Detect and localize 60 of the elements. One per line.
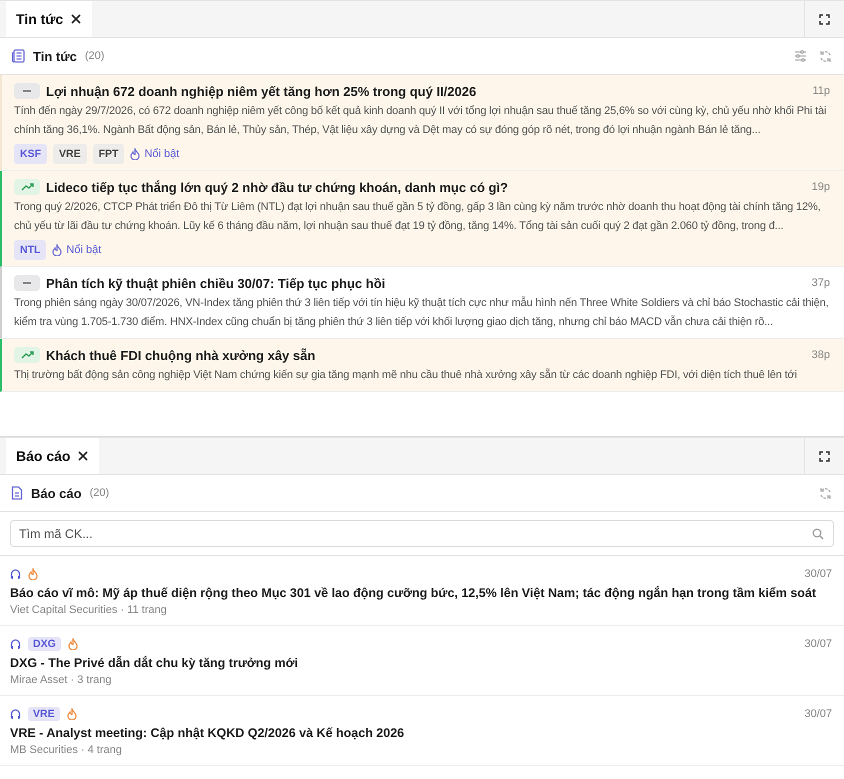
featured-label: Nổi bật (144, 148, 180, 160)
flame-icon (130, 148, 140, 160)
report-title[interactable]: DXG - The Privé dẫn dắt chu kỳ tăng trưởng mới (10, 656, 832, 670)
ticker-tag[interactable]: NTL (14, 240, 46, 260)
report-title[interactable]: Báo cáo vĩ mô: Mỹ áp thuế diện rộng theo Mục 301 về lao động cưỡng bức, 12,5% lên Việt Nam; tác động ngắn hạn trong tầm kiểm soát (10, 586, 832, 600)
headphones-icon (10, 638, 21, 650)
news-headline[interactable]: Phân tích kỹ thuật phiên chiều 30/07: Tiếp tục phục hồi (46, 276, 806, 290)
search-field[interactable]: Tìm mã CK... (10, 520, 834, 547)
trend-flat-icon (14, 275, 40, 291)
settings-sliders-icon[interactable] (794, 50, 807, 62)
item-count: (20) (90, 487, 110, 499)
panel-title: Báo cáo (31, 486, 82, 500)
news-item[interactable] (0, 267, 844, 339)
close-icon[interactable] (71, 14, 82, 24)
ticker-tag[interactable]: FPT (92, 144, 124, 164)
news-item[interactable] (0, 339, 844, 392)
flame-icon (52, 244, 62, 256)
ticker-tag[interactable]: VRE (28, 707, 60, 721)
maximize-icon[interactable] (819, 14, 830, 24)
trend-up-icon (14, 179, 40, 195)
ticker-tag[interactable]: DXG (28, 637, 61, 651)
newspaper-icon (11, 49, 25, 63)
news-summary: Tính đến ngày 29/7/2026, có 672 doanh nghiệp niêm yết công bố kết quả kinh doanh quý II với tổng lợi nhuận sau thuế tăng 25,6% so với cùng kỳ, chủ yếu nhờ khối Phi tài chính tăng 36,1%. Ngành Bất động sản, Bán lẻ, Thủy sản, Thép, Vật liệu xây dựng và Dệt may có sự đóng góp rõ nét, trong đó lợi nhuận ngành Bán lẻ tăng... (14, 104, 828, 138)
document-icon (11, 486, 23, 500)
trend-flat-icon (14, 83, 40, 99)
report-title[interactable]: VRE - Analyst meeting: Cập nhật KQKD Q2/2026 và Kế hoạch 2026 (10, 726, 832, 740)
news-summary: Trong quý 2/2026, CTCP Phát triển Đô thị Từ Liêm (NTL) đạt lợi nhuận sau thuế gần 5 tỷ đồng, gấp 3 lần cùng kỳ năm trước nhờ doanh thu hoạt động tài chính tăng 12%, chủ yếu từ lãi đầu tư chứng khoán. Lũy kế 6 tháng đầu năm, lợi nhuận sau thuế đạt 19 tỷ đồng, tăng 14%. Tổng tài sản cuối quý 2 đạt gần 2.060 tỷ đồng, trong đ... (14, 200, 822, 234)
report-item[interactable]: 30/07 Báo cáo vĩ mô: Mỹ áp thuế diện rộng theo Mục 301 về lao động cưỡng bức, 12,5% lên Việt Nam; tác động ngắn hạn trong tầm kiểm soát Viet Capital Securities · 11 trang (0, 556, 844, 626)
report-item[interactable]: VRE 30/07 VRE - Analyst meeting: Cập nhật KQKD Q2/2026 và Kế hoạch 2026 MB Securities · 4 trang (0, 696, 844, 766)
headphones-icon (10, 568, 21, 580)
news-time: 19p (812, 181, 830, 193)
headphones-icon (10, 708, 21, 720)
item-count: (20) (84, 50, 104, 62)
news-item[interactable] (0, 75, 844, 171)
news-headline[interactable]: Khách thuê FDI chuộng nhà xưởng xây sẵn (46, 348, 806, 362)
news-summary: Thị trường bất động sản công nghiệp Việt Nam chứng kiến sự gia tăng mạnh mẽ nhu cầu thuê nhà xưởng xây sẵn từ các doanh nghiệp FDI, với diện tích thuê lên tới (14, 368, 798, 383)
trend-up-icon (14, 347, 40, 363)
news-time: 38p (812, 349, 830, 361)
maximize-icon[interactable] (819, 450, 830, 462)
news-summary: Trong phiên sáng ngày 30/07/2026, VN-Index tăng phiên thứ 3 liên tiếp với tín hiệu kỹ thuật tích cực như mẫu hình nến Three White Soldiers và chỉ báo Stochastic cải thiện, kiểm tra vùng 1.705-1.730 điểm. HNX-Index cũng chuẩn bị tăng phiên thứ 3 liên tiếp với khối lượng giao dịch tăng, nhưng chỉ báo MACD vẫn chưa cải thiện rõ... (14, 296, 830, 330)
report-source: MB Securities · 4 trang (10, 744, 123, 756)
report-date: 30/07 (804, 638, 832, 650)
panel-tab[interactable]: Báo cáo (6, 438, 100, 474)
ticker-tag[interactable]: VRE (53, 144, 87, 164)
report-date: 30/07 (804, 708, 832, 720)
report-item[interactable]: DXG 30/07 DXG - The Privé dẫn dắt chu kỳ tăng trưởng mới Mirae Asset · 3 trang (0, 626, 844, 696)
panel-tab[interactable]: Tin tức (6, 1, 92, 37)
news-headline[interactable]: Lợi nhuận 672 doanh nghiệp niêm yết tăng hơn 25% trong quý II/2026 (46, 84, 806, 98)
news-headline[interactable]: Lideco tiếp tục thắng lớn quý 2 nhờ đầu tư chứng khoán, danh mục có gì? (46, 180, 806, 194)
report-source: Viet Capital Securities · 11 trang (10, 604, 168, 616)
search-icon[interactable] (812, 528, 824, 540)
close-icon[interactable] (78, 451, 88, 461)
ticker-tag[interactable]: KSF (14, 144, 47, 164)
news-time: 37p (812, 277, 830, 289)
featured-label: Nổi bật (66, 244, 102, 256)
news-time: 11p (812, 85, 830, 97)
report-source: Mirae Asset · 3 trang (10, 674, 112, 686)
report-date: 30/07 (804, 568, 832, 580)
panel-title: Tin tức (33, 48, 77, 64)
news-item[interactable] (0, 171, 844, 267)
